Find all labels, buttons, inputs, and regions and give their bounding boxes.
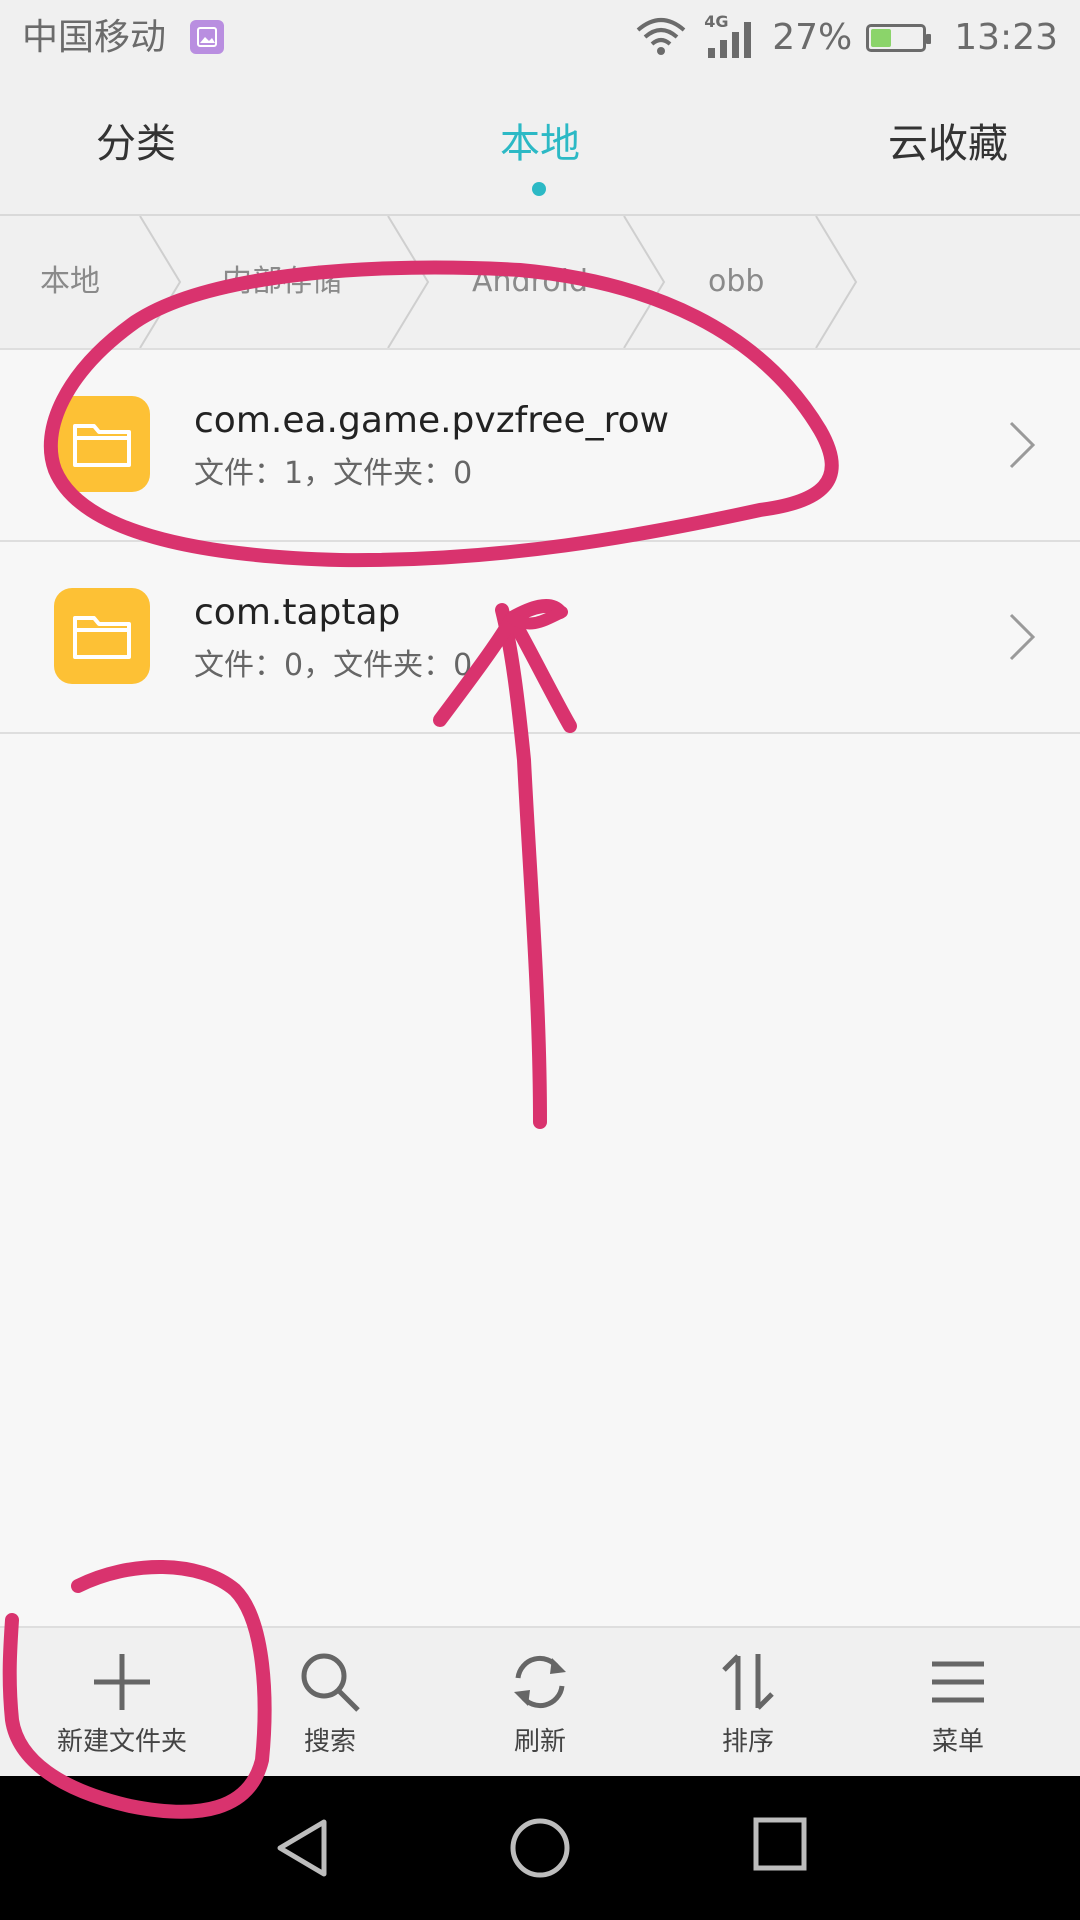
new-folder-label: 新建文件夹 — [56, 1727, 187, 1757]
breadcrumb-separator-icon — [623, 216, 666, 348]
recent-apps-icon[interactable] — [752, 1816, 808, 1872]
sort-icon — [722, 1654, 774, 1710]
file-name: com.taptap — [194, 592, 401, 633]
top-tabs: 分类 本地 云收藏 — [0, 76, 1080, 216]
wifi-icon — [634, 16, 688, 60]
cellular-signal-icon: 4G — [702, 12, 758, 60]
refresh-button[interactable]: 刷新 — [432, 1628, 648, 1778]
file-manager-screen: 中国移动 4G 27% 13:23 分类 本地 云收藏 本地 内部存储 Andr… — [0, 0, 1080, 1920]
plus-icon — [94, 1654, 150, 1710]
battery-icon — [866, 24, 932, 52]
breadcrumb-obb[interactable]: obb — [708, 262, 764, 302]
system-navigation-bar — [0, 1776, 1080, 1920]
file-list: com.ea.game.pvzfree_row 文件：1，文件夹：0 com.t… — [0, 350, 1080, 734]
back-icon[interactable] — [272, 1816, 332, 1880]
menu-label: 菜单 — [931, 1727, 984, 1757]
search-button[interactable]: 搜索 — [222, 1628, 438, 1778]
folder-icon — [54, 396, 150, 492]
tab-category[interactable]: 分类 — [96, 116, 176, 172]
file-name: com.ea.game.pvzfree_row — [194, 400, 670, 441]
battery-percent: 27% — [772, 17, 853, 58]
refresh-icon — [514, 1656, 566, 1708]
menu-icon — [932, 1661, 984, 1703]
tab-cloud-favorites[interactable]: 云收藏 — [888, 116, 1008, 172]
file-meta: 文件：0，文件夹：0 — [194, 648, 473, 683]
list-item[interactable]: com.taptap 文件：0，文件夹：0 — [0, 542, 1080, 734]
active-tab-indicator — [532, 182, 546, 196]
status-bar: 中国移动 4G 27% 13:23 — [0, 0, 1080, 76]
breadcrumb-separator-icon — [139, 216, 182, 348]
sort-button[interactable]: 排序 — [640, 1628, 856, 1778]
tab-local[interactable]: 本地 — [500, 116, 580, 172]
bottom-toolbar: 新建文件夹 搜索 刷新 排序 菜单 — [0, 1626, 1080, 1778]
chevron-right-icon — [1009, 421, 1036, 469]
list-item[interactable]: com.ea.game.pvzfree_row 文件：1，文件夹：0 — [0, 350, 1080, 542]
sort-label: 排序 — [721, 1727, 774, 1757]
clock: 13:23 — [954, 17, 1058, 58]
breadcrumb: 本地 内部存储 Android obb — [0, 216, 1080, 350]
search-label: 搜索 — [303, 1727, 356, 1757]
gallery-notification-icon — [190, 20, 224, 54]
refresh-label: 刷新 — [513, 1727, 566, 1757]
breadcrumb-internal-storage[interactable]: 内部存储 — [222, 262, 342, 302]
folder-icon — [54, 588, 150, 684]
search-icon — [301, 1653, 360, 1712]
menu-button[interactable]: 菜单 — [850, 1628, 1066, 1778]
new-folder-button[interactable]: 新建文件夹 — [14, 1628, 230, 1778]
breadcrumb-local[interactable]: 本地 — [40, 262, 100, 302]
breadcrumb-separator-icon — [387, 216, 430, 348]
chevron-right-icon — [1009, 613, 1036, 661]
home-icon[interactable] — [508, 1816, 572, 1880]
file-meta: 文件：1，文件夹：0 — [194, 456, 473, 491]
breadcrumb-separator-icon — [815, 216, 858, 348]
status-indicators: 4G 27% 13:23 — [634, 12, 1058, 62]
breadcrumb-android[interactable]: Android — [472, 262, 588, 302]
carrier-name: 中国移动 — [22, 17, 167, 58]
